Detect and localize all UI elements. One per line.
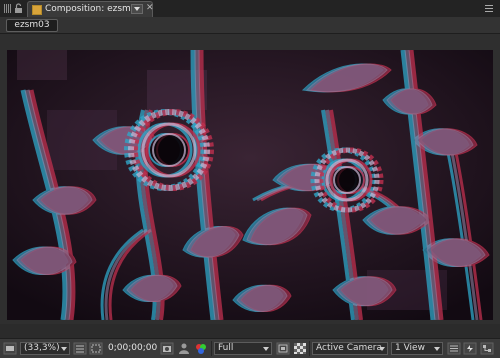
- magnification-value: (33,3%): [24, 343, 60, 353]
- panel-menu-icon[interactable]: [484, 3, 494, 13]
- current-time-display[interactable]: 0;00;00;00: [108, 342, 158, 355]
- composition-dropdown-button[interactable]: [131, 4, 143, 14]
- always-preview-icon[interactable]: [3, 342, 17, 355]
- camera-icon[interactable]: [160, 342, 174, 355]
- viewer-toolbar: (33,3%) 0;00;00;00 Full Active Camera 1 …: [0, 338, 500, 358]
- magnification-dropdown[interactable]: (33,3%): [20, 342, 70, 355]
- timeline-icon[interactable]: [463, 342, 477, 355]
- toolbar-divider: [309, 341, 310, 356]
- resolution-value: Full: [218, 343, 234, 353]
- transparency-grid-icon[interactable]: [293, 342, 307, 355]
- view-layout-dropdown[interactable]: 1 View: [391, 342, 443, 355]
- composition-tab[interactable]: Composition: ezsm03 ✕: [27, 1, 154, 17]
- composition-sub-tab[interactable]: ezsm03: [6, 19, 58, 32]
- chevron-down-icon: [434, 347, 440, 351]
- panel-tab-bar: Composition: ezsm03 ✕: [0, 0, 500, 17]
- chevron-down-icon: [61, 347, 67, 351]
- chevron-down-icon: [263, 347, 269, 351]
- composition-header: ezsm03: [0, 17, 500, 34]
- toolbar-divider: [211, 341, 212, 356]
- close-icon[interactable]: ✕: [146, 3, 154, 13]
- resolution-dropdown[interactable]: Full: [214, 342, 272, 355]
- fast-previews-icon[interactable]: [276, 342, 290, 355]
- composition-tab-label: Composition: ezsm03: [45, 4, 143, 14]
- flowchart-icon[interactable]: [480, 342, 494, 355]
- show-snapshot-icon[interactable]: [177, 342, 191, 355]
- view-layout-value: 1 View: [395, 343, 425, 353]
- composition-viewer[interactable]: [0, 34, 500, 324]
- lock-icon[interactable]: [13, 3, 24, 14]
- composition-icon: [32, 5, 42, 15]
- composition-frame[interactable]: [7, 50, 493, 320]
- region-of-interest-icon[interactable]: [89, 342, 103, 355]
- chevron-down-icon: [379, 347, 385, 351]
- channel-rgb-icon[interactable]: [194, 342, 208, 355]
- grid-guides-icon[interactable]: [73, 342, 87, 355]
- camera-view-value: Active Camera: [316, 343, 383, 353]
- camera-view-dropdown[interactable]: Active Camera: [312, 342, 388, 355]
- panel-gripper-icon[interactable]: [4, 4, 11, 13]
- anaglyph-sunflower-image: [7, 50, 493, 320]
- toggle-pixel-aspect-icon[interactable]: [447, 342, 461, 355]
